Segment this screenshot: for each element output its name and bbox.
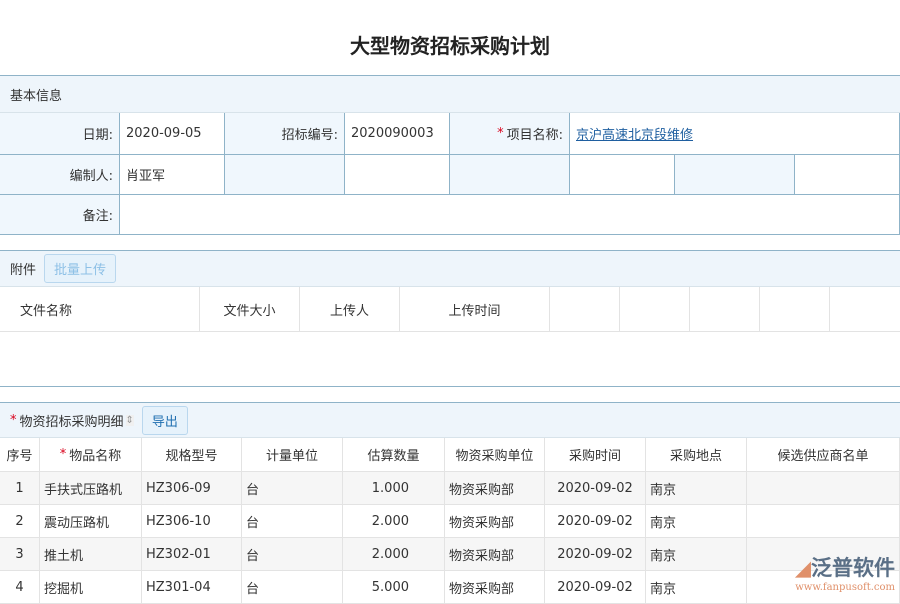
cell-spec[interactable]: HZ302-01 (142, 538, 242, 571)
export-button[interactable]: 导出 (142, 406, 188, 435)
cell-date[interactable]: 2020-09-02 (545, 472, 646, 505)
cell-unit[interactable]: 台 (242, 538, 343, 571)
batch-upload-button[interactable]: 批量上传 (44, 254, 116, 283)
author-field[interactable]: 肖亚军 (120, 155, 225, 195)
cell-index[interactable]: 1 (0, 472, 40, 505)
detail-title: 物资招标采购明细 (20, 411, 124, 430)
empty-field (795, 155, 900, 195)
col-upload-time: 上传时间 (400, 287, 550, 332)
cell-item-name[interactable]: 推土机 (40, 538, 142, 571)
watermark-logo: ◢泛普软件 www.fanpusoft.com (770, 552, 895, 593)
cell-date[interactable]: 2020-09-02 (545, 571, 646, 604)
cell-place[interactable]: 南京 (646, 538, 747, 571)
cell-place[interactable]: 南京 (646, 472, 747, 505)
column-label: 估算数量 (367, 445, 419, 464)
project-field[interactable]: 京沪高速北京段维修 (570, 113, 900, 155)
column-label: 候选供应商名单 (777, 445, 868, 464)
col-empty (830, 287, 900, 332)
cell-unit[interactable]: 台 (242, 571, 343, 604)
cell-suppliers[interactable] (747, 472, 900, 505)
col-spec: 规格型号 (142, 438, 242, 472)
empty-label (450, 155, 570, 195)
col-quantity: 估算数量 (343, 438, 445, 472)
col-file-size: 文件大小 (200, 287, 300, 332)
attachment-header: 附件 批量上传 (0, 250, 900, 287)
col-empty (550, 287, 620, 332)
cell-dept[interactable]: 物资采购部 (445, 505, 545, 538)
page-title: 大型物资招标采购计划 (0, 30, 900, 59)
cell-quantity[interactable]: 5.000 (343, 571, 445, 604)
cell-dept[interactable]: 物资采购部 (445, 472, 545, 505)
column-label: 计量单位 (266, 445, 318, 464)
col-uploader: 上传人 (300, 287, 400, 332)
project-label-text: 项目名称: (507, 124, 563, 143)
cell-index[interactable]: 2 (0, 505, 40, 538)
watermark-url: www.fanpusoft.com (770, 582, 895, 593)
cell-quantity[interactable]: 2.000 (343, 505, 445, 538)
cell-item-name[interactable]: 震动压路机 (40, 505, 142, 538)
cell-quantity[interactable]: 1.000 (343, 472, 445, 505)
cell-date[interactable]: 2020-09-02 (545, 538, 646, 571)
cell-item-name[interactable]: 手扶式压路机 (40, 472, 142, 505)
cell-place[interactable]: 南京 (646, 571, 747, 604)
empty-field (570, 155, 675, 195)
cell-date[interactable]: 2020-09-02 (545, 505, 646, 538)
cell-spec[interactable]: HZ301-04 (142, 571, 242, 604)
column-label: 采购时间 (569, 445, 621, 464)
empty-label (225, 155, 345, 195)
watermark-brand: 泛普软件 (811, 556, 895, 580)
col-dept: 物资采购单位 (445, 438, 545, 472)
date-label: 日期: (0, 113, 120, 155)
empty-label (675, 155, 795, 195)
attachment-title: 附件 (10, 259, 36, 278)
author-label: 编制人: (0, 155, 120, 195)
column-label: 采购地点 (670, 445, 722, 464)
cell-index[interactable]: 3 (0, 538, 40, 571)
basic-info-title: 基本信息 (10, 85, 62, 104)
col-file-name: 文件名称 (0, 287, 200, 332)
col-date: 采购时间 (545, 438, 646, 472)
cell-place[interactable]: 南京 (646, 505, 747, 538)
column-label: 序号 (6, 445, 32, 464)
column-label: 物资采购单位 (455, 445, 533, 464)
required-star: * (60, 447, 67, 462)
col-item-name: *物品名称 (40, 438, 142, 472)
required-star: * (497, 126, 504, 141)
cell-spec[interactable]: HZ306-09 (142, 472, 242, 505)
col-unit: 计量单位 (242, 438, 343, 472)
basic-info-header: 基本信息 (0, 75, 900, 113)
cell-dept[interactable]: 物资采购部 (445, 538, 545, 571)
col-empty (620, 287, 690, 332)
cell-unit[interactable]: 台 (242, 505, 343, 538)
cell-item-name[interactable]: 挖掘机 (40, 571, 142, 604)
cell-spec[interactable]: HZ306-10 (142, 505, 242, 538)
col-index: 序号 (0, 438, 40, 472)
col-empty (690, 287, 760, 332)
sort-icon[interactable]: ⇕ (126, 415, 134, 426)
required-star: * (10, 413, 17, 428)
divider (0, 386, 900, 387)
column-label: 物品名称 (69, 445, 121, 464)
bid-no-label: 招标编号: (225, 113, 345, 155)
cell-dept[interactable]: 物资采购部 (445, 571, 545, 604)
col-place: 采购地点 (646, 438, 747, 472)
cell-unit[interactable]: 台 (242, 472, 343, 505)
detail-header: * 物资招标采购明细 ⇕ 导出 (0, 402, 900, 438)
remark-label: 备注: (0, 195, 120, 235)
column-label: 规格型号 (165, 445, 217, 464)
empty-field (345, 155, 450, 195)
project-label: *项目名称: (450, 113, 570, 155)
cell-index[interactable]: 4 (0, 571, 40, 604)
cell-quantity[interactable]: 2.000 (343, 538, 445, 571)
col-suppliers: 候选供应商名单 (747, 438, 900, 472)
remark-field[interactable] (120, 195, 900, 235)
project-link[interactable]: 京沪高速北京段维修 (576, 124, 693, 143)
col-empty (760, 287, 830, 332)
bid-no-field[interactable]: 2020090003 (345, 113, 450, 155)
date-field[interactable]: 2020-09-05 (120, 113, 225, 155)
cell-suppliers[interactable] (747, 505, 900, 538)
